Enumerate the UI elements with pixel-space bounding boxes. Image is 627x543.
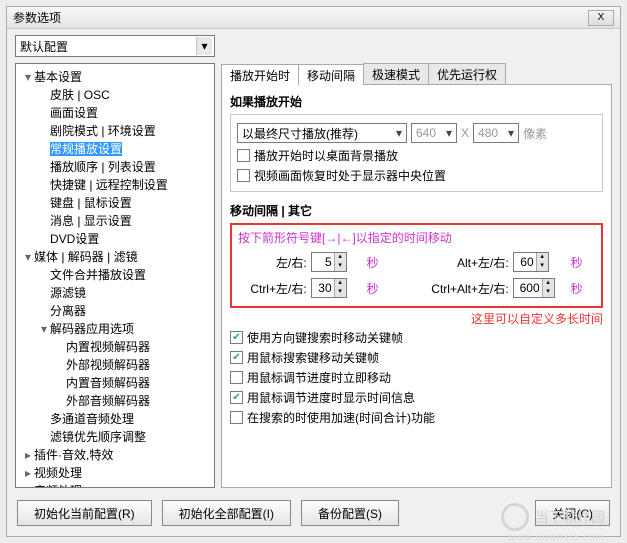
tree-item[interactable]: 皮肤 | OSC	[18, 86, 212, 104]
chevron-down-icon: ▾	[505, 126, 517, 140]
checkbox-desktop-bg[interactable]	[237, 149, 250, 162]
tree-item[interactable]: ▸插件·音效,特效	[18, 446, 212, 464]
backup-button[interactable]: 备份配置(S)	[301, 500, 399, 526]
checkbox-mouse-immediate[interactable]	[230, 371, 243, 384]
tree-panel[interactable]: ▾基本设置皮肤 | OSC画面设置剧院模式 | 环境设置常规播放设置播放顺序 |…	[15, 63, 215, 488]
group-move-interval: 按下箭形符号键[→|←]以指定的时间移动 左/右: 5▴▾ 秒 Alt+左/右:…	[230, 223, 603, 427]
tabs: 播放开始时移动间隔极速模式优先运行权	[221, 63, 612, 85]
arrow-key-hint: 按下箭形符号键[→|←]以指定的时间移动	[238, 229, 595, 246]
tree-item[interactable]: 分离器	[18, 302, 212, 320]
tree-item[interactable]: 内置音频解码器	[18, 374, 212, 392]
tab[interactable]: 移动间隔	[298, 64, 364, 85]
close-icon[interactable]: X	[588, 10, 614, 26]
tree-item[interactable]: 滤镜优先顺序调整	[18, 428, 212, 446]
profile-combo[interactable]: 默认配置 ▾	[15, 35, 215, 57]
ctrl-lr-seconds-input[interactable]: 30▴▾	[311, 278, 347, 298]
tree-item[interactable]: ▸视频处理	[18, 464, 212, 482]
group-title-playback-start: 如果播放开始	[230, 93, 603, 110]
tab[interactable]: 播放开始时	[221, 64, 299, 85]
lr-seconds-input[interactable]: 5▴▾	[311, 252, 347, 272]
tree-item[interactable]: 外部视频解码器	[18, 356, 212, 374]
tree-item[interactable]: ▾媒体 | 解码器 | 滤镜	[18, 248, 212, 266]
tree-item[interactable]: 常规播放设置	[18, 140, 212, 158]
dialog: 参数选项 X 默认配置 ▾ ▾基本设置皮肤 | OSC画面设置剧院模式 | 环境…	[6, 6, 621, 537]
ctrl-alt-lr-seconds-input[interactable]: 600▴▾	[513, 278, 555, 298]
init-all-button[interactable]: 初始化全部配置(I)	[162, 500, 291, 526]
chevron-down-icon: ▾	[196, 37, 212, 55]
custom-time-note: 这里可以自定义多长时间	[230, 310, 603, 327]
tree-item[interactable]: 键盘 | 鼠标设置	[18, 194, 212, 212]
tree-item[interactable]: 消息 | 显示设置	[18, 212, 212, 230]
profile-label: 默认配置	[20, 38, 68, 55]
alt-lr-seconds-input[interactable]: 60▴▾	[513, 252, 549, 272]
tree-item[interactable]: 画面设置	[18, 104, 212, 122]
tree-item[interactable]: 多通道音频处理	[18, 410, 212, 428]
titlebar: 参数选项 X	[7, 7, 620, 29]
tree-item[interactable]: 内置视频解码器	[18, 338, 212, 356]
group-title-move-interval: 移动间隔 | 其它	[230, 202, 603, 219]
tree-item[interactable]: 剧院模式 | 环境设置	[18, 122, 212, 140]
checkbox-center-monitor[interactable]	[237, 169, 250, 182]
tab[interactable]: 极速模式	[363, 63, 429, 84]
height-select[interactable]: 480▾	[473, 123, 519, 143]
tab[interactable]: 优先运行权	[428, 63, 506, 84]
tree-item[interactable]: 快捷键 | 远程控制设置	[18, 176, 212, 194]
custom-time-box: 按下箭形符号键[→|←]以指定的时间移动 左/右: 5▴▾ 秒 Alt+左/右:…	[230, 223, 603, 308]
toolbar: 默认配置 ▾	[7, 29, 620, 57]
size-mode-select[interactable]: 以最终尺寸播放(推荐)▾	[237, 123, 407, 143]
init-current-button[interactable]: 初始化当前配置(R)	[17, 500, 152, 526]
main-area: ▾基本设置皮肤 | OSC画面设置剧院模式 | 环境设置常规播放设置播放顺序 |…	[7, 57, 620, 494]
close-button[interactable]: 关闭(C)	[535, 500, 610, 526]
checkbox-mouse-time-info[interactable]	[230, 391, 243, 404]
width-select[interactable]: 640▾	[411, 123, 457, 143]
tab-content: 如果播放开始 以最终尺寸播放(推荐)▾ 640▾ X 480▾ 像素	[221, 85, 612, 488]
checkbox-arrow-keyframe[interactable]	[230, 331, 243, 344]
bottom-buttons: 初始化当前配置(R) 初始化全部配置(I) 备份配置(S) 关闭(C)	[7, 494, 620, 536]
tree-item[interactable]: 源滤镜	[18, 284, 212, 302]
chevron-down-icon: ▾	[393, 126, 405, 140]
tree-item[interactable]: ▸音频处理	[18, 482, 212, 488]
tree-item[interactable]: ▾基本设置	[18, 68, 212, 86]
chevron-down-icon: ▾	[443, 126, 455, 140]
tree-item[interactable]: ▾解码器应用选项	[18, 320, 212, 338]
tree-item[interactable]: 文件合并播放设置	[18, 266, 212, 284]
group-playback-start: 以最终尺寸播放(推荐)▾ 640▾ X 480▾ 像素 播放开始时以桌面背景播放…	[230, 114, 603, 192]
tree-item[interactable]: 播放顺序 | 列表设置	[18, 158, 212, 176]
tree-item[interactable]: 外部音频解码器	[18, 392, 212, 410]
checkbox-accel-search[interactable]	[230, 411, 243, 424]
right-panel: 播放开始时移动间隔极速模式优先运行权 如果播放开始 以最终尺寸播放(推荐)▾ 6…	[221, 63, 612, 488]
tree-item[interactable]: DVD设置	[18, 230, 212, 248]
checkbox-mouse-keyframe[interactable]	[230, 351, 243, 364]
window-title: 参数选项	[13, 9, 588, 26]
